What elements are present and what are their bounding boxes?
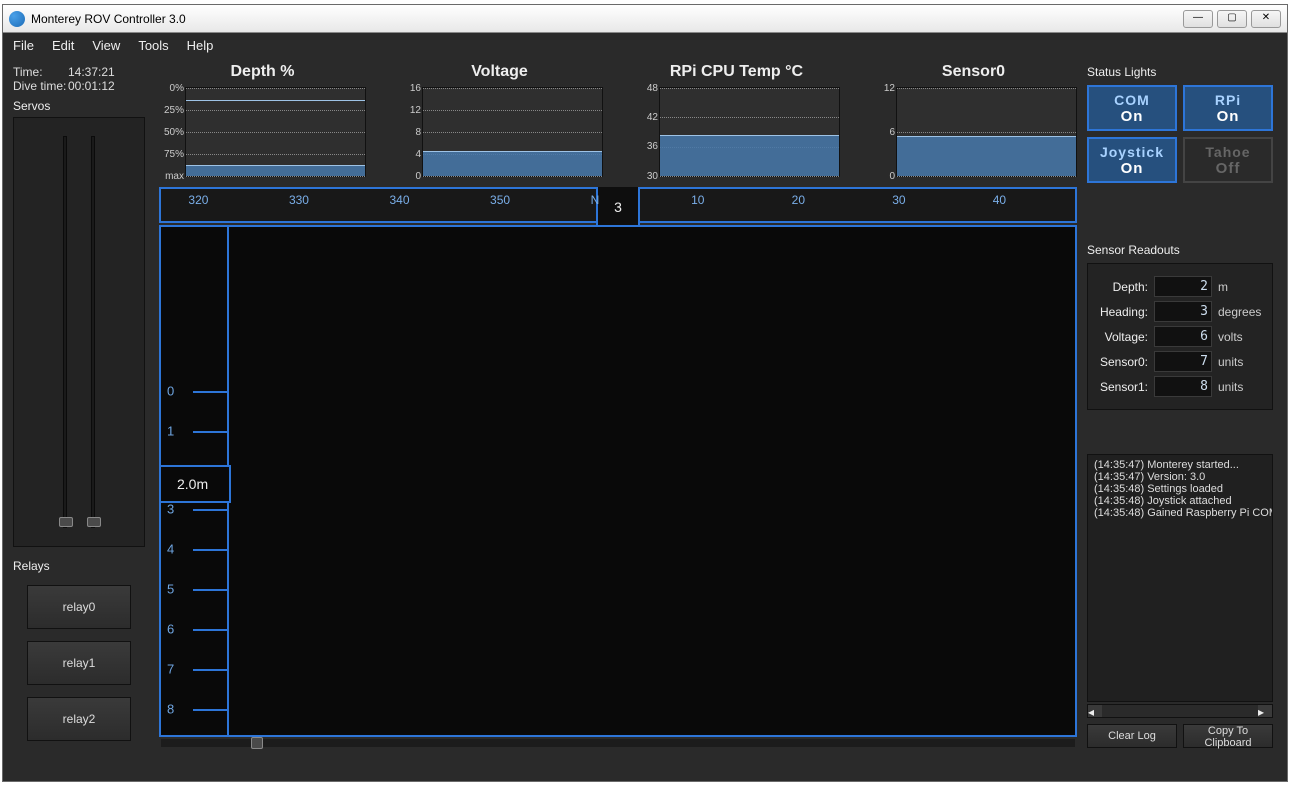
minimize-button[interactable]: — (1183, 10, 1213, 28)
close-button[interactable]: ✕ (1251, 10, 1281, 28)
scroll-right-icon[interactable]: ▸ (1258, 705, 1272, 717)
menu-file[interactable]: File (13, 38, 34, 53)
status-joystick[interactable]: JoystickOn (1087, 137, 1177, 183)
sensor-value-4[interactable] (1154, 376, 1212, 397)
chart-1: Voltage1612840 (396, 63, 603, 177)
copy-log-button[interactable]: Copy To Clipboard (1183, 724, 1273, 748)
sensor-value-3[interactable] (1154, 351, 1212, 372)
menu-help[interactable]: Help (187, 38, 214, 53)
main-viewport[interactable]: 2.0m 01345678 (159, 225, 1077, 737)
depth-ruler: 2.0m 01345678 (161, 227, 229, 735)
sensor-value-0[interactable] (1154, 276, 1212, 297)
servos-title: Servos (13, 99, 145, 113)
status-tahoe[interactable]: TahoeOff (1183, 137, 1273, 183)
log-output[interactable]: (14:35:47) Monterey started...(14:35:47)… (1087, 454, 1273, 702)
depth-current: 2.0m (161, 465, 231, 503)
relay0-button[interactable]: relay0 (27, 585, 131, 629)
viewport-scroll[interactable] (161, 739, 1075, 747)
sensor-row-1: Heading:degrees (1096, 301, 1264, 322)
relays-title: Relays (13, 559, 145, 573)
clear-log-button[interactable]: Clear Log (1087, 724, 1177, 748)
sensor-row-3: Sensor0:units (1096, 351, 1264, 372)
maximize-button[interactable]: ▢ (1217, 10, 1247, 28)
chart-0: Depth %0%25%50%75%max (159, 63, 366, 177)
time-pane: Time:14:37:21 Dive time:00:01:12 (13, 65, 145, 93)
menu-view[interactable]: View (92, 38, 120, 53)
sensor-value-1[interactable] (1154, 301, 1212, 322)
scroll-left-icon[interactable]: ◂ (1088, 705, 1102, 717)
status-title: Status Lights (1087, 65, 1273, 79)
chart-2: RPi CPU Temp °C48423630 (633, 63, 840, 177)
menu-tools[interactable]: Tools (138, 38, 168, 53)
menu-edit[interactable]: Edit (52, 38, 74, 53)
servos-panel (13, 117, 145, 547)
compass-strip: 3 320330340350N10203040 (159, 187, 1077, 223)
servo-slider-1[interactable] (91, 136, 95, 528)
menubar: File Edit View Tools Help (3, 33, 1287, 57)
app-icon (9, 11, 25, 27)
relay2-button[interactable]: relay2 (27, 697, 131, 741)
sensor-value-2[interactable] (1154, 326, 1212, 347)
sensors-title: Sensor Readouts (1087, 243, 1273, 257)
sensor-row-4: Sensor1:units (1096, 376, 1264, 397)
relay1-button[interactable]: relay1 (27, 641, 131, 685)
titlebar: Monterey ROV Controller 3.0 — ▢ ✕ (3, 5, 1287, 33)
compass-needle: 3 (596, 187, 640, 227)
dive-time-value: 00:01:12 (68, 79, 115, 93)
window-title: Monterey ROV Controller 3.0 (31, 12, 1183, 26)
sensor-row-2: Voltage:volts (1096, 326, 1264, 347)
log-scrollbar[interactable]: ◂ ▸ (1087, 704, 1273, 718)
time-value: 14:37:21 (68, 65, 115, 79)
chart-3: Sensor01260 (870, 63, 1077, 177)
sensor-row-0: Depth:m (1096, 276, 1264, 297)
app-window: Monterey ROV Controller 3.0 — ▢ ✕ File E… (2, 4, 1288, 782)
servo-slider-0[interactable] (63, 136, 67, 528)
status-rpi[interactable]: RPiOn (1183, 85, 1273, 131)
status-com[interactable]: COMOn (1087, 85, 1177, 131)
